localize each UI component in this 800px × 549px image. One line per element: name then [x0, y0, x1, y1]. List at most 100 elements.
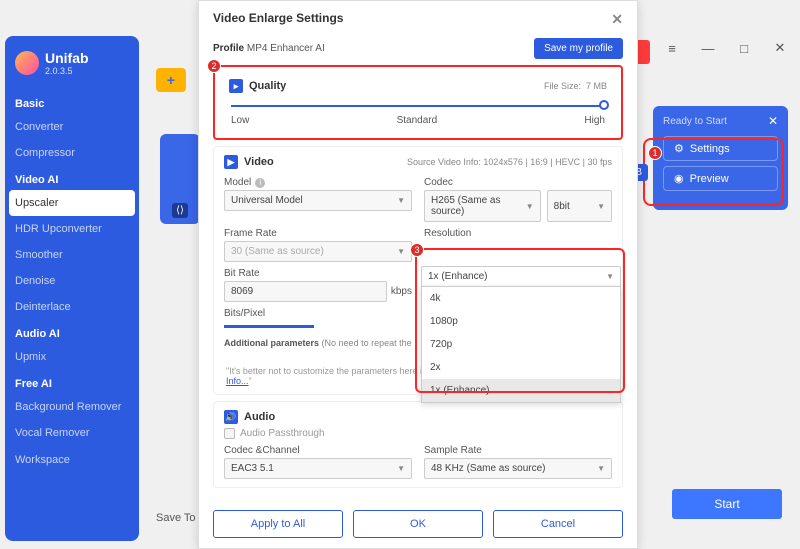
codec-label: Codec [424, 177, 612, 188]
video-thumbnail[interactable]: ⟨⟩ [160, 134, 200, 224]
save-to-label: Save To [156, 512, 196, 524]
nav-hdr[interactable]: HDR Upconverter [5, 216, 139, 242]
resolution-select[interactable]: 1x (Enhance) ▼ [421, 266, 621, 287]
chevron-down-icon: ▼ [397, 196, 405, 205]
task-panel: Ready to Start ✕ ⚙ Settings ◉ Preview 1 [653, 106, 788, 210]
audio-label: Audio [244, 411, 275, 423]
nav-section-audioai: Audio AI [5, 320, 139, 344]
quality-label: Quality [249, 80, 286, 92]
video-icon: ▶ [224, 155, 238, 169]
cancel-button[interactable]: Cancel [493, 510, 623, 538]
logo-icon [15, 51, 39, 75]
bitrate-label: Bit Rate [224, 268, 412, 279]
nav-converter[interactable]: Converter [5, 114, 139, 140]
preview-button[interactable]: ◉ Preview [663, 166, 778, 191]
minimize-icon[interactable]: — [696, 41, 720, 56]
nav-section-basic: Basic [5, 90, 139, 114]
preview-label: Preview [690, 173, 729, 185]
slider-high: High [584, 115, 605, 126]
filesize-value: 7 MB [586, 81, 607, 91]
audio-icon: 🔊 [224, 410, 238, 424]
info-icon[interactable]: i [255, 178, 265, 188]
logo: Unifab 2.0.3.5 [5, 50, 139, 90]
bitrate-unit: kbps [391, 286, 412, 297]
resolution-dropdown: 4k 1080p 720p 2x 1x (Enhance) [421, 286, 621, 403]
task-status: Ready to Start [663, 116, 727, 127]
bitrate-input[interactable]: 8069 [224, 281, 387, 302]
chevron-down-icon: ▼ [397, 247, 405, 256]
nav-denoise[interactable]: Denoise [5, 268, 139, 294]
annotation-badge-1: 1 [648, 146, 662, 160]
model-select[interactable]: Universal Model▼ [224, 190, 412, 211]
slider-thumb-icon[interactable] [599, 100, 609, 110]
slider-low: Low [231, 115, 249, 126]
quality-section: 2 ▸Quality File Size: 7 MB Low Standard … [213, 65, 623, 140]
sample-rate-value: 48 KHz (Same as source) [431, 463, 546, 474]
dialog-title: Video Enlarge Settings [213, 11, 343, 28]
profile-value: MP4 Enhancer AI [247, 43, 325, 54]
menu-icon[interactable]: ≡ [660, 41, 684, 56]
nav-upmix[interactable]: Upmix [5, 344, 139, 370]
nav-upscaler[interactable]: Upscaler [9, 190, 135, 216]
res-option-2x[interactable]: 2x [422, 356, 620, 379]
enlarge-settings-dialog: Video Enlarge Settings ✕ Profile MP4 Enh… [198, 0, 638, 549]
chevron-down-icon: ▼ [526, 202, 534, 211]
bitspixel-bar [224, 325, 314, 328]
start-button[interactable]: Start [672, 489, 782, 519]
settings-label: Settings [690, 143, 730, 155]
eye-icon: ◉ [674, 172, 684, 185]
gear-icon: ⚙ [674, 142, 684, 155]
app-name: Unifab [45, 50, 89, 66]
settings-button[interactable]: ⚙ Settings [663, 136, 778, 161]
resolution-label: Resolution [424, 228, 612, 239]
framerate-label: Frame Rate [224, 228, 412, 239]
dialog-close-icon[interactable]: ✕ [611, 11, 623, 28]
add-file-button[interactable]: + [156, 68, 186, 92]
codec-select[interactable]: H265 (Same as source)▼ [424, 190, 541, 222]
nav-smoother[interactable]: Smoother [5, 242, 139, 268]
framerate-value: 30 (Same as source) [231, 246, 324, 257]
nav-deinterlace[interactable]: Deinterlace [5, 294, 139, 320]
resolution-value: 1x (Enhance) [428, 271, 487, 282]
passthrough-label: Audio Passthrough [240, 428, 325, 439]
audio-codec-select[interactable]: EAC3 5.1▼ [224, 458, 412, 479]
res-option-1x[interactable]: 1x (Enhance) [422, 379, 620, 402]
ok-button[interactable]: OK [353, 510, 483, 538]
bitdepth-value: 8bit [554, 201, 570, 212]
model-label: Model [224, 177, 251, 188]
video-label: Video [244, 156, 274, 168]
save-profile-button[interactable]: Save my profile [534, 38, 623, 59]
bitspixel-label: Bits/Pixel [224, 308, 412, 319]
sample-rate-select[interactable]: 48 KHz (Same as source)▼ [424, 458, 612, 479]
quality-icon: ▸ [229, 79, 243, 93]
task-close-icon[interactable]: ✕ [768, 114, 778, 128]
maximize-icon[interactable]: □ [732, 41, 756, 56]
audio-codec-label: Codec &Channel [224, 445, 412, 456]
addl-params-label: Additional parameters [224, 338, 319, 348]
nav-bgremover[interactable]: Background Remover [5, 394, 139, 420]
apply-all-button[interactable]: Apply to All [213, 510, 343, 538]
annotation-badge-2: 2 [207, 59, 221, 73]
app-version: 2.0.3.5 [45, 66, 89, 76]
nav-vocalremover[interactable]: Vocal Remover [5, 420, 139, 446]
passthrough-checkbox[interactable] [224, 428, 235, 439]
audio-codec-value: EAC3 5.1 [231, 463, 274, 474]
chevron-down-icon: ▼ [597, 202, 605, 211]
close-icon[interactable]: ✕ [768, 40, 792, 56]
quality-slider[interactable]: Low Standard High [231, 105, 605, 126]
window-controls: ≡ — □ ✕ [660, 40, 792, 56]
nav-compressor[interactable]: Compressor [5, 140, 139, 166]
nav-workspace[interactable]: Workspace [5, 446, 139, 470]
framerate-select[interactable]: 30 (Same as source) ▼ [224, 241, 412, 262]
nav-section-videoai: Video AI [5, 166, 139, 190]
res-option-720p[interactable]: 720p [422, 333, 620, 356]
audio-section: 🔊Audio Audio Passthrough Codec &Channel … [213, 401, 623, 488]
slider-standard: Standard [397, 115, 438, 126]
codec-value: H265 (Same as source) [431, 195, 526, 217]
nav-section-freeai: Free AI [5, 370, 139, 394]
bitdepth-select[interactable]: 8bit ▼ [547, 190, 612, 222]
res-option-4k[interactable]: 4k [422, 287, 620, 310]
chevron-down-icon: ▼ [606, 272, 614, 281]
sample-rate-label: Sample Rate [424, 445, 612, 456]
res-option-1080p[interactable]: 1080p [422, 310, 620, 333]
